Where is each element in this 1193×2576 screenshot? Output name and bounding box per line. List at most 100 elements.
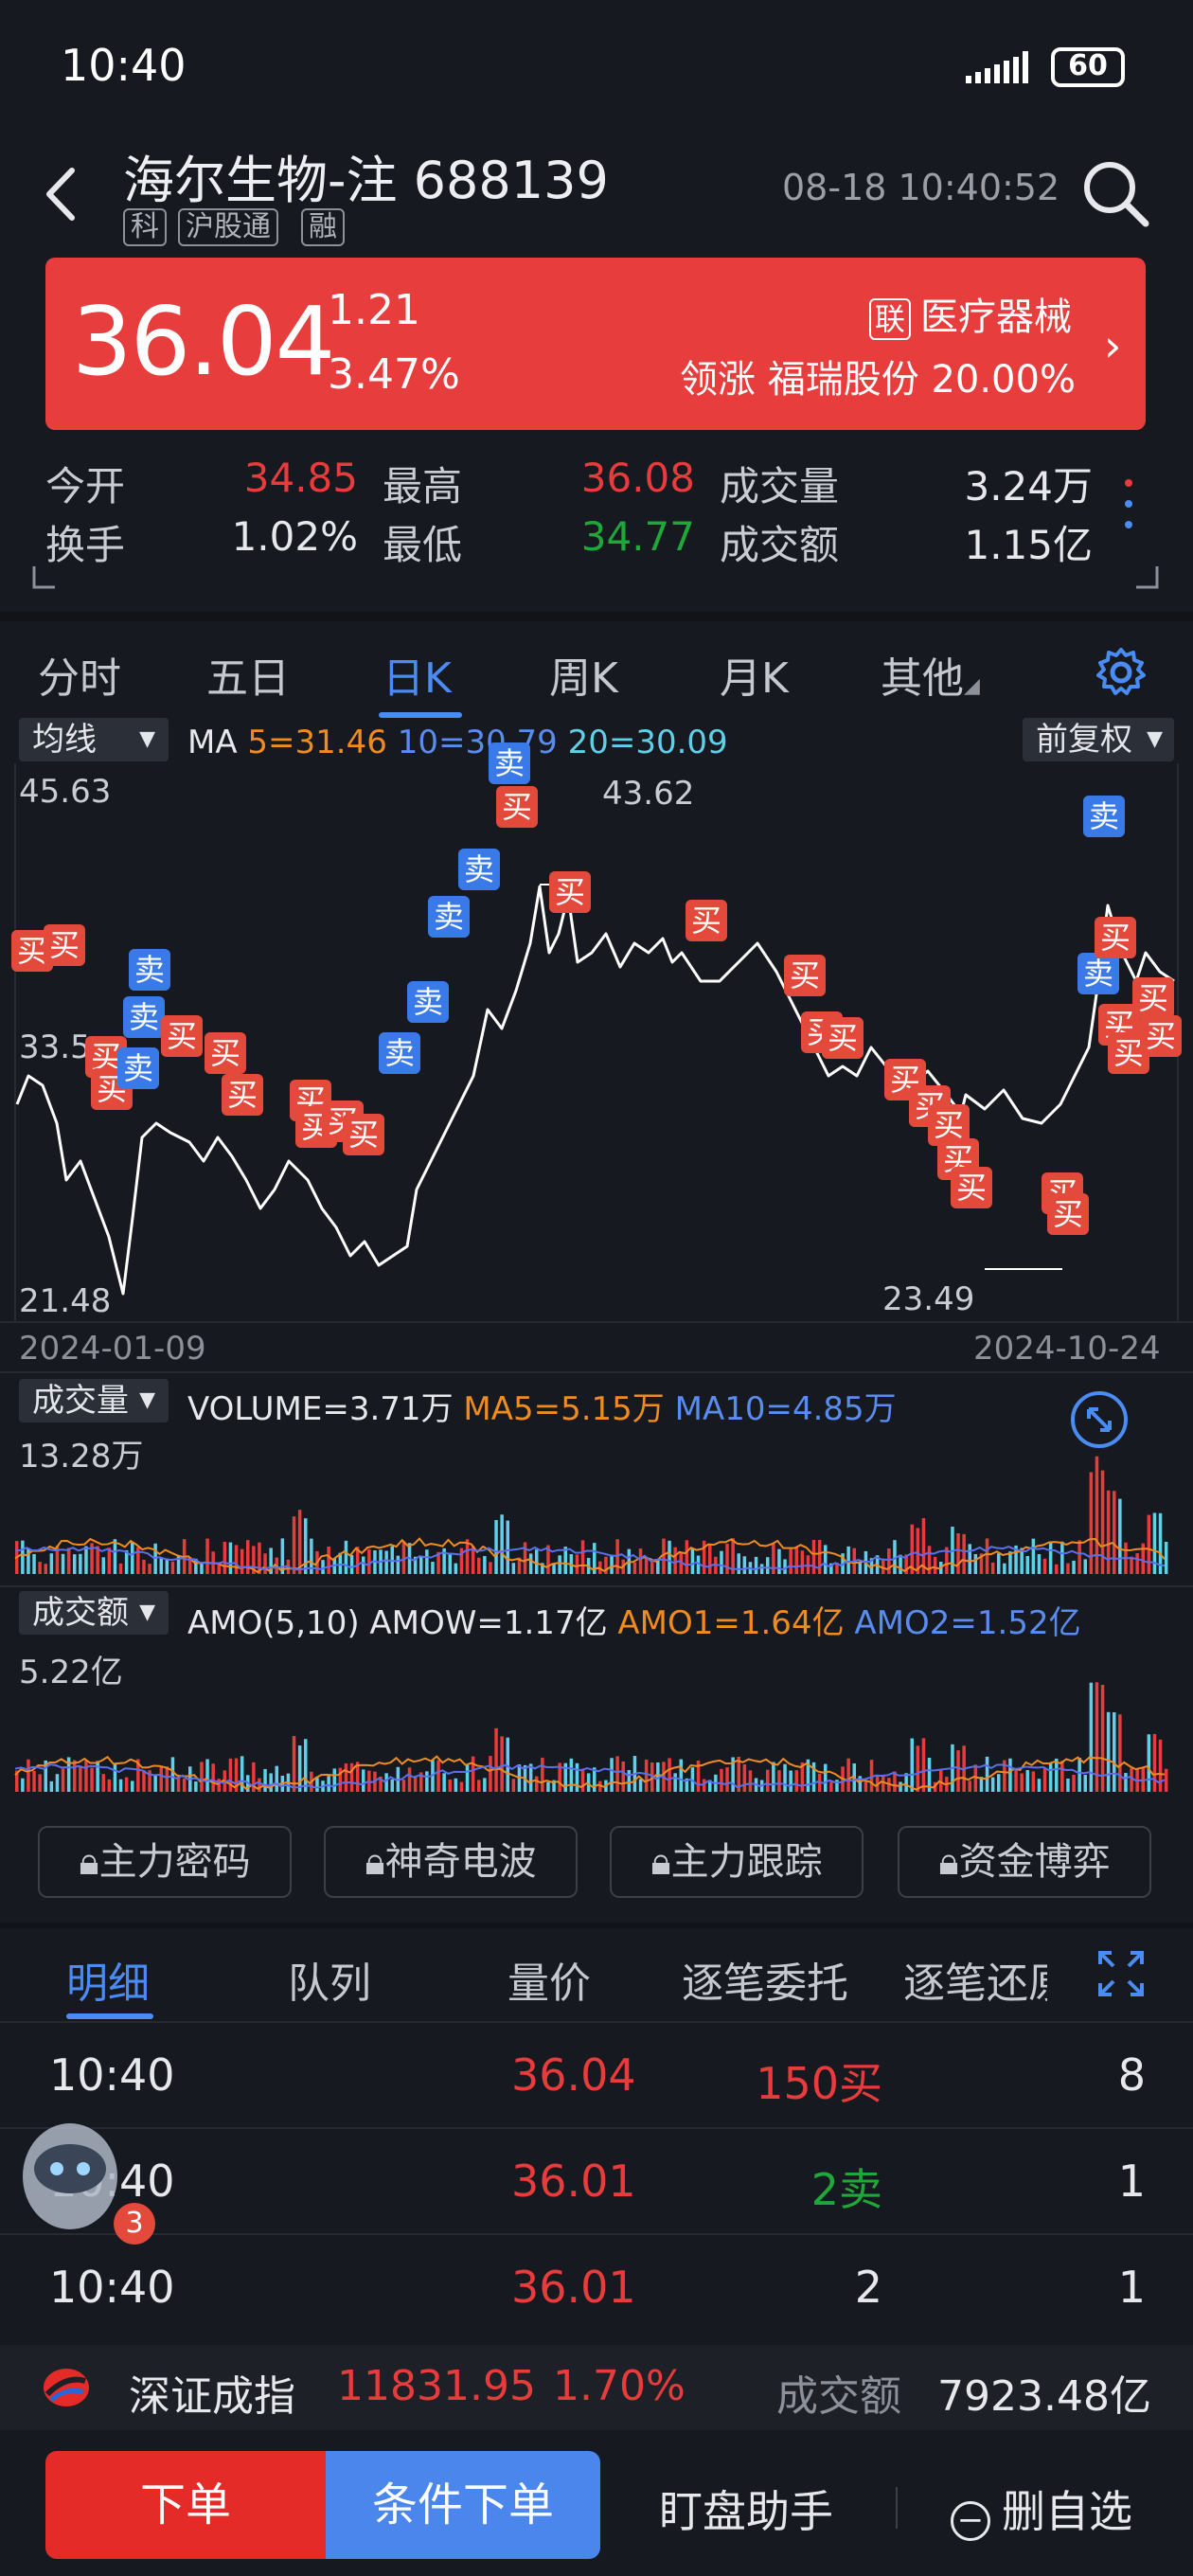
tab-intraday[interactable]: 分时 (38, 644, 121, 705)
tab-weekly-k[interactable]: 周K (549, 644, 618, 705)
stock-header: 海尔生物-注 688139 科 沪股通 融 08-18 10:40:52 (0, 133, 1193, 256)
bar (1077, 1540, 1081, 1574)
sell-marker[interactable]: 卖 (123, 996, 165, 1038)
search-icon[interactable] (1077, 155, 1153, 231)
volume-dropdown-label: 成交量 (32, 1382, 129, 1420)
bar (990, 1777, 995, 1792)
bar (79, 1553, 82, 1574)
watch-assistant-button[interactable]: 盯盘助手 (659, 2478, 833, 2540)
sell-marker[interactable]: 卖 (117, 1047, 159, 1089)
tab-daily-k[interactable]: 日K (383, 644, 452, 705)
buy-marker[interactable]: 买 (205, 1032, 246, 1074)
indicator-button-tracking[interactable]: 🔒︎主力跟踪 (610, 1826, 864, 1898)
buy-marker[interactable]: 买 (1047, 1193, 1089, 1235)
bar (223, 1542, 227, 1574)
sell-marker[interactable]: 卖 (428, 896, 470, 938)
bar (881, 1776, 885, 1792)
kline-chart-area[interactable]: 均线 ▼ MA 5=31.46 10=30.79 20=30.09 前复权 ▼ 45… (0, 716, 1193, 1805)
sell-marker[interactable]: 卖 (1077, 953, 1119, 994)
bar (367, 1549, 371, 1574)
indicator-button-capital[interactable]: 🔒︎资金博弈 (898, 1826, 1151, 1898)
tab-detail[interactable]: 明细 (66, 1949, 150, 2010)
price-change: 1.21 (328, 286, 420, 334)
expand-corner-icon[interactable] (1132, 563, 1161, 591)
buy-marker[interactable]: 买 (343, 1114, 384, 1155)
bar (454, 1778, 458, 1792)
buy-marker[interactable]: 买 (549, 871, 591, 913)
bar (528, 1553, 533, 1574)
indicator-button-wave[interactable]: 🔒︎神奇电波 (324, 1826, 578, 1898)
sell-marker[interactable]: 卖 (129, 949, 170, 991)
buy-marker[interactable]: 买 (784, 955, 826, 996)
tab-trade-restore[interactable]: 逐笔还原 (903, 1949, 1047, 2010)
bar (968, 1780, 971, 1792)
bar (21, 1778, 25, 1792)
volume-legend: VOLUME=3.71万 MA5=5.15万 MA10=4.85万 (187, 1383, 897, 1429)
buy-marker[interactable]: 买 (686, 900, 727, 941)
page-dot-icon (1125, 500, 1132, 508)
bar (500, 1514, 504, 1574)
buy-marker[interactable]: 买 (222, 1074, 263, 1116)
bar (679, 1759, 683, 1792)
bar (829, 1781, 833, 1792)
bar (1152, 1733, 1157, 1792)
buy-marker[interactable]: 买 (496, 786, 538, 828)
chevron-right-icon[interactable]: › (1104, 320, 1121, 371)
tab-monthly-k[interactable]: 月K (720, 644, 789, 705)
bar (511, 1563, 516, 1574)
back-arrow-icon[interactable] (38, 161, 85, 227)
buy-marker[interactable]: 买 (161, 1015, 203, 1057)
indicator-dropdown[interactable]: 均线 ▼ (19, 718, 169, 761)
bar (477, 1780, 481, 1792)
bar (580, 1768, 585, 1792)
high-label: 最高 (383, 463, 463, 510)
buy-marker[interactable]: 买 (951, 1167, 992, 1208)
amount-dropdown[interactable]: 成交额 ▼ (19, 1591, 169, 1635)
sell-marker[interactable]: 卖 (1083, 796, 1125, 837)
bar (200, 1762, 204, 1792)
order-button[interactable]: 下单 (45, 2451, 326, 2559)
sell-marker[interactable]: 卖 (379, 1032, 420, 1074)
buy-marker[interactable]: 买 (1095, 917, 1136, 958)
divider (0, 1923, 1193, 1928)
bar (436, 1760, 440, 1792)
bar (27, 1759, 30, 1792)
tab-order-by-order[interactable]: 逐笔委托 (682, 1949, 848, 2010)
remove-watchlist-button[interactable]: − 删自选 (951, 2478, 1132, 2541)
expand-corner-icon[interactable] (30, 563, 59, 591)
sell-marker[interactable]: 卖 (458, 849, 500, 890)
index-ticker-bar[interactable]: 深证成指 11831.95 1.70% 成交额 7923.48亿 (0, 2345, 1193, 2430)
floating-assistant[interactable]: 3 (13, 2110, 155, 2245)
buy-marker[interactable]: 买 (822, 1017, 864, 1059)
buy-marker[interactable]: 买 (1132, 977, 1174, 1019)
sell-marker[interactable]: 卖 (407, 981, 449, 1023)
tab-five-day[interactable]: 五日 (206, 644, 290, 705)
bar (61, 1553, 65, 1574)
buy-marker[interactable]: 买 (44, 924, 85, 966)
trade-volume: 2 (854, 2262, 882, 2313)
gear-icon[interactable] (1093, 644, 1149, 701)
amo1-value: AMO1=1.64亿 (617, 1604, 845, 1642)
bar (1077, 1757, 1081, 1792)
bar (362, 1556, 365, 1574)
bar (459, 1781, 464, 1792)
bar (32, 1553, 36, 1574)
price-banner[interactable]: 36.04 1.21 3.47% 联医疗器械 领涨 福瑞股份 20.00% › (45, 258, 1146, 430)
fullscreen-icon[interactable] (1096, 1949, 1146, 1998)
bar (1164, 1768, 1168, 1792)
volume-dropdown[interactable]: 成交量 ▼ (19, 1379, 169, 1422)
industry-link[interactable]: 联医疗器械 (869, 286, 1072, 341)
x-axis-start-date: 2024-01-09 (19, 1330, 206, 1368)
bar (124, 1777, 129, 1792)
industry-badge: 联 (869, 298, 912, 340)
adjust-dropdown[interactable]: 前复权 ▼ (1023, 718, 1174, 761)
tab-volume-price[interactable]: 量价 (507, 1949, 591, 2010)
conditional-order-button[interactable]: 条件下单 (326, 2451, 600, 2559)
tab-queue[interactable]: 队列 (288, 1949, 371, 2010)
sell-marker[interactable]: 卖 (489, 742, 530, 784)
indicator-button-main-code[interactable]: 🔒︎主力密码 (38, 1826, 292, 1898)
tab-other[interactable]: 其他◢ (881, 644, 980, 705)
bar (84, 1761, 88, 1792)
trade-time: 10:40 (49, 2262, 175, 2313)
buy-marker[interactable]: 买 (1140, 1015, 1182, 1057)
